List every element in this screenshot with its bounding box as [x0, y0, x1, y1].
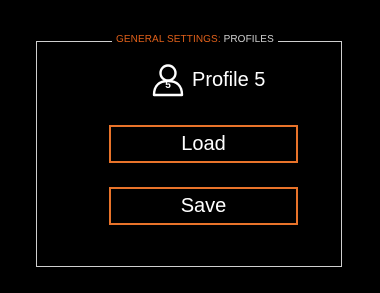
load-button[interactable]: Load: [109, 125, 298, 163]
profiles-screen: GENERAL SETTINGS: PROFILES 5 Profile 5 L…: [0, 0, 380, 293]
profile-number: 5: [165, 80, 171, 91]
header-section: GENERAL SETTINGS: [116, 34, 218, 45]
header-page: PROFILES: [223, 34, 274, 45]
profile-name: Profile 5: [192, 69, 266, 91]
page-title: GENERAL SETTINGS: PROFILES: [112, 33, 278, 46]
save-button[interactable]: Save: [109, 187, 298, 225]
header-separator: :: [217, 34, 221, 45]
user-profile-icon: 5: [150, 63, 186, 97]
current-profile: 5 Profile 5: [150, 63, 265, 97]
